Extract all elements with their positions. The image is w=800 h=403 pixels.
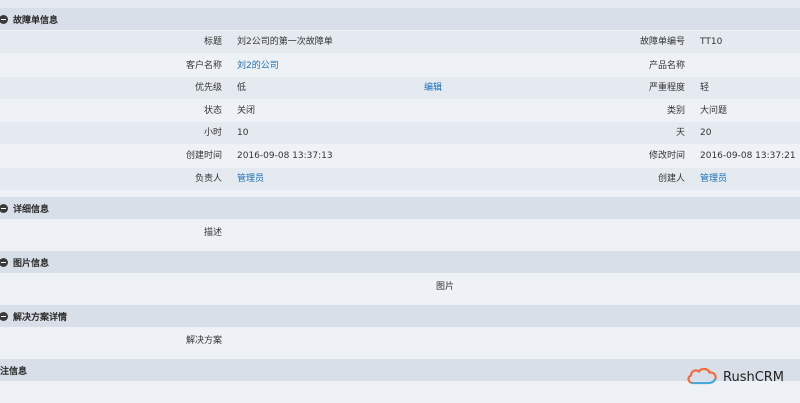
collapse-icon[interactable] [0, 257, 8, 267]
image-label: 图片 [436, 282, 455, 292]
hours-value: 10 [237, 128, 249, 138]
priority-value: 低 [237, 83, 247, 93]
severity-label: 严重程度 [648, 83, 685, 93]
field-row: 图片 [0, 276, 800, 298]
brand-name: RushCRM [723, 369, 785, 385]
collapse-icon[interactable] [0, 203, 8, 213]
priority-label: 优先级 [194, 83, 222, 93]
field-row: 创建时间 2016-09-08 13:37:13 修改时间 2016-09-08… [0, 145, 800, 167]
section-title: 解决方案详情 [13, 312, 68, 323]
section-title: 详细信息 [13, 204, 50, 215]
status-label: 状态 [203, 106, 222, 116]
title-value: 刘2公司的第一次故障单 [237, 37, 333, 47]
severity-value: 轻 [700, 83, 710, 93]
customer-label: 客户名称 [185, 61, 222, 71]
created-time-label: 创建时间 [185, 151, 222, 161]
field-row [0, 381, 800, 403]
category-value: 大问题 [700, 106, 728, 116]
created-time-value: 2016-09-08 13:37:13 [237, 151, 333, 161]
owner-link[interactable]: 管理员 [237, 168, 264, 190]
customer-link[interactable]: 刘2的公司 [237, 55, 279, 77]
field-row: 客户名称 刘2的公司 产品名称 [0, 55, 800, 77]
description-label: 描述 [203, 228, 222, 238]
top-strip [0, 0, 800, 8]
owner-label: 负责人 [194, 174, 222, 184]
hours-label: 小时 [203, 128, 222, 138]
title-label: 标题 [203, 37, 222, 47]
field-row: 小时 10 天 20 [0, 122, 800, 144]
solution-label: 解决方案 [185, 336, 222, 346]
field-row: 解决方案 [0, 330, 800, 352]
product-label: 产品名称 [648, 61, 685, 71]
section-header-solution[interactable]: 解决方案详情 [0, 305, 800, 327]
section-title: 故障单信息 [13, 15, 59, 26]
modified-time-label: 修改时间 [648, 151, 685, 161]
field-row: 负责人 管理员 创建人 管理员 [0, 168, 800, 190]
ticket-number-label: 故障单编号 [639, 37, 685, 47]
field-row: 优先级 低 编辑 严重程度 轻 [0, 77, 800, 99]
ticket-number-value: TT10 [700, 37, 723, 47]
section-header-notes[interactable]: 注信息 [0, 359, 800, 381]
creator-label: 创建人 [657, 174, 685, 184]
edit-link[interactable]: 编辑 [424, 77, 442, 99]
status-value: 关闭 [237, 106, 256, 116]
field-row: 状态 关闭 类别 大问题 [0, 100, 800, 122]
field-row: 标题 刘2公司的第一次故障单 故障单编号 TT10 [0, 31, 800, 53]
field-row: 描述 [0, 222, 800, 244]
creator-link[interactable]: 管理员 [700, 168, 727, 190]
section-title: 注信息 [0, 366, 28, 377]
category-label: 类别 [666, 106, 685, 116]
rushcrm-logo: RushCRM [686, 366, 784, 388]
section-header-detail-info[interactable]: 详细信息 [0, 197, 800, 219]
days-value: 20 [700, 128, 712, 138]
days-label: 天 [675, 128, 685, 138]
cloud-icon [687, 367, 717, 385]
modified-time-value: 2016-09-08 13:37:21 [700, 151, 796, 161]
section-title: 图片信息 [13, 258, 50, 269]
collapse-icon[interactable] [0, 14, 8, 24]
collapse-icon[interactable] [0, 311, 8, 321]
section-header-fault-info[interactable]: 故障单信息 [0, 8, 800, 30]
section-header-image-info[interactable]: 图片信息 [0, 251, 800, 273]
